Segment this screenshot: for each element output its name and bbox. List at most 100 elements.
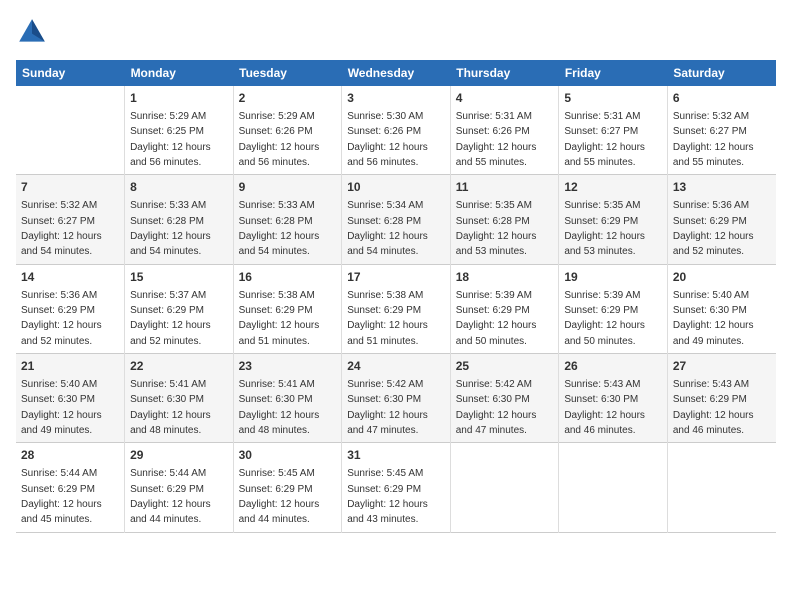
day-number: 6 bbox=[673, 90, 771, 107]
calendar-cell: 16 Sunrise: 5:38 AM Sunset: 6:29 PM Dayli… bbox=[233, 264, 342, 353]
day-number: 18 bbox=[456, 269, 554, 286]
calendar-cell: 10 Sunrise: 5:34 AM Sunset: 6:28 PM Dayli… bbox=[342, 175, 451, 264]
calendar-week-row: 7 Sunrise: 5:32 AM Sunset: 6:27 PM Daylig… bbox=[16, 175, 776, 264]
day-info: Sunrise: 5:42 AM Sunset: 6:30 PM Dayligh… bbox=[456, 379, 537, 436]
calendar-table: SundayMondayTuesdayWednesdayThursdayFrid… bbox=[16, 60, 776, 533]
calendar-cell: 15 Sunrise: 5:37 AM Sunset: 6:29 PM Dayli… bbox=[125, 264, 234, 353]
day-number: 31 bbox=[347, 447, 445, 464]
day-info: Sunrise: 5:40 AM Sunset: 6:30 PM Dayligh… bbox=[21, 379, 102, 436]
day-info: Sunrise: 5:29 AM Sunset: 6:26 PM Dayligh… bbox=[239, 111, 320, 168]
calendar-header-row: SundayMondayTuesdayWednesdayThursdayFrid… bbox=[16, 60, 776, 86]
day-number: 26 bbox=[564, 358, 662, 375]
day-info: Sunrise: 5:41 AM Sunset: 6:30 PM Dayligh… bbox=[239, 379, 320, 436]
calendar-week-row: 28Sunrise: 5:44 AM Sunset: 6:29 PM Dayli… bbox=[16, 443, 776, 532]
calendar-cell: 22 Sunrise: 5:41 AM Sunset: 6:30 PM Dayli… bbox=[125, 354, 234, 443]
calendar-cell: 28Sunrise: 5:44 AM Sunset: 6:29 PM Dayli… bbox=[16, 443, 125, 532]
calendar-cell: 18 Sunrise: 5:39 AM Sunset: 6:29 PM Dayli… bbox=[450, 264, 559, 353]
day-info: Sunrise: 5:37 AM Sunset: 6:29 PM Dayligh… bbox=[130, 290, 211, 347]
day-info: Sunrise: 5:35 AM Sunset: 6:29 PM Dayligh… bbox=[564, 200, 645, 257]
day-info: Sunrise: 5:44 AM Sunset: 6:29 PM Dayligh… bbox=[21, 468, 102, 525]
day-info: Sunrise: 5:44 AM Sunset: 6:29 PM Dayligh… bbox=[130, 468, 211, 525]
day-number: 25 bbox=[456, 358, 554, 375]
calendar-cell: 27Sunrise: 5:43 AM Sunset: 6:29 PM Dayli… bbox=[667, 354, 776, 443]
calendar-cell: 13 Sunrise: 5:36 AM Sunset: 6:29 PM Dayli… bbox=[667, 175, 776, 264]
calendar-cell: 3 Sunrise: 5:30 AM Sunset: 6:26 PM Daylig… bbox=[342, 86, 451, 175]
calendar-body: 1 Sunrise: 5:29 AM Sunset: 6:25 PM Daylig… bbox=[16, 86, 776, 532]
calendar-cell: 6 Sunrise: 5:32 AM Sunset: 6:27 PM Daylig… bbox=[667, 86, 776, 175]
calendar-cell: 30Sunrise: 5:45 AM Sunset: 6:29 PM Dayli… bbox=[233, 443, 342, 532]
day-info: Sunrise: 5:31 AM Sunset: 6:26 PM Dayligh… bbox=[456, 111, 537, 168]
day-header-wednesday: Wednesday bbox=[342, 60, 451, 86]
calendar-week-row: 1 Sunrise: 5:29 AM Sunset: 6:25 PM Daylig… bbox=[16, 86, 776, 175]
calendar-cell: 17 Sunrise: 5:38 AM Sunset: 6:29 PM Dayli… bbox=[342, 264, 451, 353]
day-number: 15 bbox=[130, 269, 228, 286]
day-number: 29 bbox=[130, 447, 228, 464]
day-number: 20 bbox=[673, 269, 771, 286]
day-number: 9 bbox=[239, 179, 337, 196]
day-info: Sunrise: 5:39 AM Sunset: 6:29 PM Dayligh… bbox=[456, 290, 537, 347]
day-number: 16 bbox=[239, 269, 337, 286]
day-info: Sunrise: 5:32 AM Sunset: 6:27 PM Dayligh… bbox=[21, 200, 102, 257]
day-number: 7 bbox=[21, 179, 119, 196]
day-number: 11 bbox=[456, 179, 554, 196]
day-number: 2 bbox=[239, 90, 337, 107]
calendar-cell: 24 Sunrise: 5:42 AM Sunset: 6:30 PM Dayli… bbox=[342, 354, 451, 443]
calendar-week-row: 21 Sunrise: 5:40 AM Sunset: 6:30 PM Dayli… bbox=[16, 354, 776, 443]
day-info: Sunrise: 5:31 AM Sunset: 6:27 PM Dayligh… bbox=[564, 111, 645, 168]
day-info: Sunrise: 5:39 AM Sunset: 6:29 PM Dayligh… bbox=[564, 290, 645, 347]
day-info: Sunrise: 5:40 AM Sunset: 6:30 PM Dayligh… bbox=[673, 290, 754, 347]
day-info: Sunrise: 5:41 AM Sunset: 6:30 PM Dayligh… bbox=[130, 379, 211, 436]
logo-icon bbox=[16, 16, 48, 48]
calendar-cell bbox=[16, 86, 125, 175]
day-number: 24 bbox=[347, 358, 445, 375]
calendar-week-row: 14Sunrise: 5:36 AM Sunset: 6:29 PM Dayli… bbox=[16, 264, 776, 353]
calendar-cell: 31Sunrise: 5:45 AM Sunset: 6:29 PM Dayli… bbox=[342, 443, 451, 532]
day-header-tuesday: Tuesday bbox=[233, 60, 342, 86]
day-info: Sunrise: 5:33 AM Sunset: 6:28 PM Dayligh… bbox=[239, 200, 320, 257]
day-info: Sunrise: 5:36 AM Sunset: 6:29 PM Dayligh… bbox=[673, 200, 754, 257]
calendar-cell bbox=[559, 443, 668, 532]
day-number: 19 bbox=[564, 269, 662, 286]
calendar-cell: 14Sunrise: 5:36 AM Sunset: 6:29 PM Dayli… bbox=[16, 264, 125, 353]
calendar-cell: 5 Sunrise: 5:31 AM Sunset: 6:27 PM Daylig… bbox=[559, 86, 668, 175]
calendar-cell bbox=[667, 443, 776, 532]
calendar-cell: 20 Sunrise: 5:40 AM Sunset: 6:30 PM Dayli… bbox=[667, 264, 776, 353]
logo bbox=[16, 16, 52, 48]
day-info: Sunrise: 5:45 AM Sunset: 6:29 PM Dayligh… bbox=[239, 468, 320, 525]
day-number: 3 bbox=[347, 90, 445, 107]
day-header-thursday: Thursday bbox=[450, 60, 559, 86]
calendar-cell: 4Sunrise: 5:31 AM Sunset: 6:26 PM Daylig… bbox=[450, 86, 559, 175]
day-info: Sunrise: 5:35 AM Sunset: 6:28 PM Dayligh… bbox=[456, 200, 537, 257]
day-number: 22 bbox=[130, 358, 228, 375]
calendar-cell: 8 Sunrise: 5:33 AM Sunset: 6:28 PM Daylig… bbox=[125, 175, 234, 264]
day-number: 5 bbox=[564, 90, 662, 107]
day-info: Sunrise: 5:42 AM Sunset: 6:30 PM Dayligh… bbox=[347, 379, 428, 436]
calendar-cell: 1 Sunrise: 5:29 AM Sunset: 6:25 PM Daylig… bbox=[125, 86, 234, 175]
day-info: Sunrise: 5:38 AM Sunset: 6:29 PM Dayligh… bbox=[239, 290, 320, 347]
day-header-friday: Friday bbox=[559, 60, 668, 86]
day-info: Sunrise: 5:29 AM Sunset: 6:25 PM Dayligh… bbox=[130, 111, 211, 168]
day-header-sunday: Sunday bbox=[16, 60, 125, 86]
calendar-cell: 7 Sunrise: 5:32 AM Sunset: 6:27 PM Daylig… bbox=[16, 175, 125, 264]
day-number: 13 bbox=[673, 179, 771, 196]
day-number: 8 bbox=[130, 179, 228, 196]
page-header bbox=[16, 16, 776, 48]
calendar-cell: 12Sunrise: 5:35 AM Sunset: 6:29 PM Dayli… bbox=[559, 175, 668, 264]
calendar-cell: 11 Sunrise: 5:35 AM Sunset: 6:28 PM Dayli… bbox=[450, 175, 559, 264]
day-number: 14 bbox=[21, 269, 119, 286]
day-info: Sunrise: 5:43 AM Sunset: 6:30 PM Dayligh… bbox=[564, 379, 645, 436]
day-number: 21 bbox=[21, 358, 119, 375]
day-number: 1 bbox=[130, 90, 228, 107]
day-number: 10 bbox=[347, 179, 445, 196]
calendar-cell: 21 Sunrise: 5:40 AM Sunset: 6:30 PM Dayli… bbox=[16, 354, 125, 443]
calendar-cell: 29 Sunrise: 5:44 AM Sunset: 6:29 PM Dayli… bbox=[125, 443, 234, 532]
day-info: Sunrise: 5:34 AM Sunset: 6:28 PM Dayligh… bbox=[347, 200, 428, 257]
day-info: Sunrise: 5:33 AM Sunset: 6:28 PM Dayligh… bbox=[130, 200, 211, 257]
day-info: Sunrise: 5:32 AM Sunset: 6:27 PM Dayligh… bbox=[673, 111, 754, 168]
day-number: 17 bbox=[347, 269, 445, 286]
day-number: 27 bbox=[673, 358, 771, 375]
calendar-cell: 9 Sunrise: 5:33 AM Sunset: 6:28 PM Daylig… bbox=[233, 175, 342, 264]
calendar-cell bbox=[450, 443, 559, 532]
day-info: Sunrise: 5:30 AM Sunset: 6:26 PM Dayligh… bbox=[347, 111, 428, 168]
day-info: Sunrise: 5:38 AM Sunset: 6:29 PM Dayligh… bbox=[347, 290, 428, 347]
